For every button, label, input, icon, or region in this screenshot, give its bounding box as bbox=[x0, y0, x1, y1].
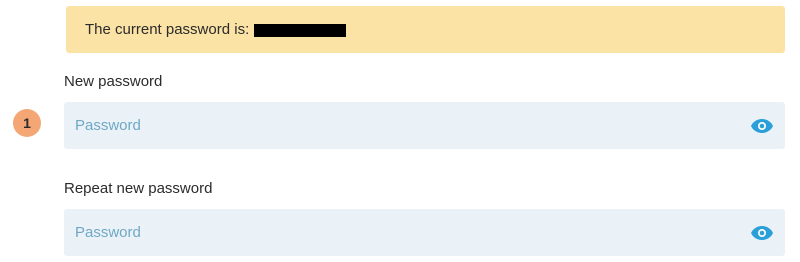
notice-text: The current password is: bbox=[85, 21, 250, 38]
eye-icon bbox=[751, 226, 773, 240]
show-repeat-password-toggle[interactable] bbox=[749, 221, 775, 245]
current-password-notice: The current password is: bbox=[66, 6, 785, 53]
change-password-form: The current password is: New password 1 … bbox=[0, 0, 800, 262]
new-password-input[interactable] bbox=[64, 102, 734, 149]
step-badge: 1 bbox=[13, 109, 41, 137]
show-new-password-toggle[interactable] bbox=[749, 114, 775, 138]
redacted-password bbox=[254, 24, 347, 37]
repeat-password-input[interactable] bbox=[64, 209, 734, 256]
eye-icon bbox=[751, 119, 773, 133]
repeat-password-field-wrapper bbox=[64, 209, 785, 256]
new-password-field-wrapper bbox=[64, 102, 785, 149]
repeat-password-label: Repeat new password bbox=[64, 180, 213, 197]
new-password-label: New password bbox=[64, 73, 163, 90]
